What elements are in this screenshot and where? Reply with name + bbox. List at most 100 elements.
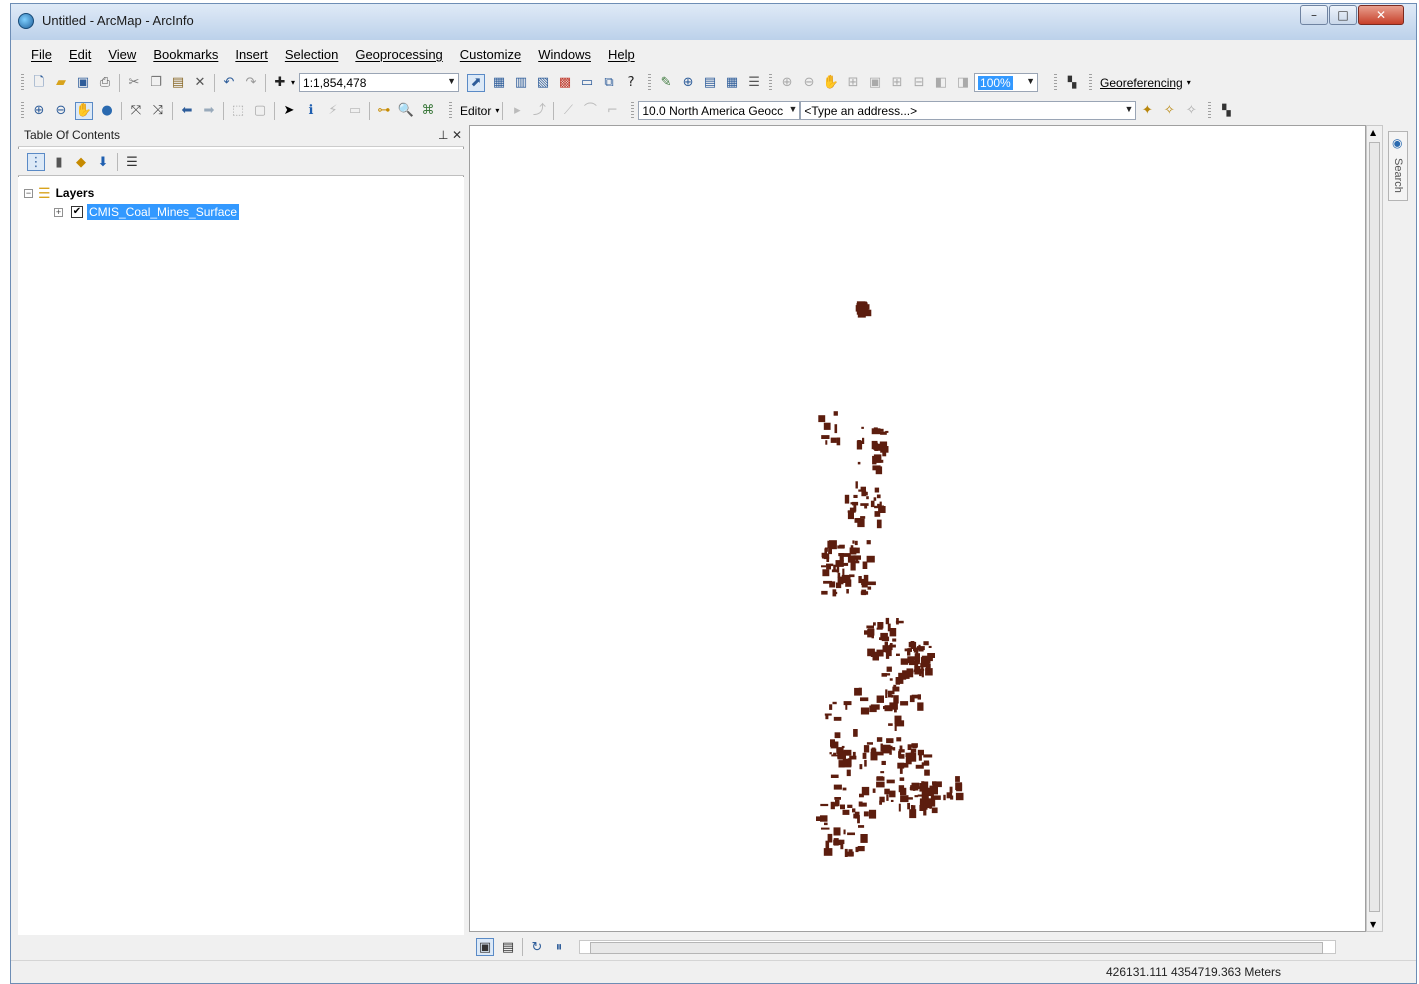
layout-icon[interactable]: ▤ (702, 75, 718, 91)
copy-icon[interactable]: ❐ (148, 75, 164, 91)
list-by-selection-icon[interactable]: ⬇ (95, 154, 111, 170)
search-side-tab[interactable]: ◉ Search (1388, 131, 1408, 201)
horizontal-scrollbar[interactable] (579, 940, 1336, 954)
trace-icon[interactable]: ⌐ (604, 103, 620, 119)
scale-combo[interactable]: 1:1,854,478 ▼ (299, 73, 460, 92)
toolbar-grip[interactable] (1208, 101, 1212, 120)
georeferencing-menu[interactable]: Georeferencing (1100, 76, 1183, 90)
data-view-icon[interactable]: ▣ (476, 938, 494, 956)
refresh-icon[interactable]: ↻ (529, 939, 545, 955)
scroll-up-icon[interactable]: ▲ (1370, 128, 1376, 137)
toolbar-grip[interactable] (449, 101, 452, 120)
editor-menu[interactable]: Editor (460, 104, 491, 118)
layout-full-icon[interactable]: ⊞ (845, 75, 861, 91)
modelbuilder-icon[interactable]: ⧉ (601, 75, 617, 91)
options-icon[interactable]: ☰ (124, 154, 140, 170)
zoom-to-address-icon[interactable]: ✧ (1183, 103, 1199, 119)
pan-icon[interactable]: ✋ (75, 101, 93, 120)
undo-icon[interactable]: ↶ (221, 75, 237, 91)
redo-icon[interactable]: ↷ (243, 75, 259, 91)
map-display[interactable] (469, 125, 1366, 932)
layer-row[interactable]: + ✔ CMIS_Coal_Mines_Surface (54, 204, 240, 220)
toolbar-grip[interactable] (1054, 73, 1058, 92)
close-icon[interactable]: ✕ (452, 128, 462, 142)
list-by-source-icon[interactable]: ▮ (51, 154, 67, 170)
straight-segment-icon[interactable]: ⟋ (560, 103, 576, 119)
menu-insert[interactable]: Insert (235, 47, 268, 62)
layer-name[interactable]: CMIS_Coal_Mines_Surface (87, 204, 240, 220)
layout-forward-icon[interactable]: ◨ (955, 75, 971, 91)
zoom-to-layer-icon[interactable]: ⊕ (680, 75, 696, 91)
layout-back-icon[interactable]: ◧ (933, 75, 949, 91)
toolbar-grip[interactable] (769, 73, 773, 92)
layout-zoom-combo[interactable]: 100% ▼ (974, 73, 1039, 92)
vertical-scrollbar[interactable]: ▲ ▼ (1366, 125, 1383, 932)
whats-this-icon[interactable]: ? (623, 75, 639, 91)
html-popup-icon[interactable]: ▭ (347, 103, 363, 119)
search-window-icon[interactable]: ▧ (535, 75, 551, 91)
menu-selection[interactable]: Selection (285, 47, 338, 62)
toolbar-grip[interactable] (1089, 73, 1093, 92)
full-extent-icon[interactable]: ● (99, 103, 115, 119)
hyperlink-icon[interactable]: ⚡ (325, 103, 341, 119)
table-icon[interactable]: ▦ (491, 75, 507, 91)
arctoolbox-icon[interactable]: ▩ (557, 75, 573, 91)
open-icon[interactable]: ▰ (53, 75, 69, 91)
toolbar-grip[interactable] (21, 73, 24, 92)
raster-icon[interactable]: ▦ (724, 75, 740, 91)
layout-zoom-out-icon[interactable]: ⊖ (801, 75, 817, 91)
expand-icon[interactable]: + (54, 207, 63, 217)
layout-view-icon[interactable]: ▤ (500, 939, 516, 955)
georef-tool-icon[interactable]: ✎ (658, 75, 674, 91)
list-by-visibility-icon[interactable]: ◆ (73, 154, 89, 170)
pause-drawing-icon[interactable]: ⏸ (551, 939, 567, 955)
zoom-in-icon[interactable]: ⊕ (31, 103, 47, 119)
layout-zoom-in-icon[interactable]: ⊕ (779, 75, 795, 91)
geocoder-combo[interactable]: 10.0 North America Geocc ▼ (638, 101, 801, 120)
catalog-icon[interactable]: ▥ (513, 75, 529, 91)
collapse-icon[interactable]: − (24, 188, 33, 198)
toolbar-grip[interactable] (21, 101, 24, 120)
identify-icon[interactable]: ℹ (303, 103, 319, 119)
cmis-icon[interactable]: ▚ (1064, 75, 1080, 91)
delete-icon[interactable]: ✕ (192, 75, 208, 91)
layers-root[interactable]: − ☰ Layers (24, 186, 94, 200)
cmis-icon[interactable]: ▚ (1218, 103, 1234, 119)
menu-customize[interactable]: Customize (460, 47, 521, 62)
list-by-drawing-order-icon[interactable]: ⋮ (27, 153, 45, 171)
address-input[interactable]: <Type an address...> ▼ (800, 101, 1137, 120)
list-icon[interactable]: ☰ (746, 75, 762, 91)
pin-icon[interactable]: ⊥ (438, 128, 448, 142)
layout-fixed-in-icon[interactable]: ⊞ (889, 75, 905, 91)
minimize-button[interactable]: – (1300, 5, 1328, 25)
find-icon[interactable]: 🔍 (398, 103, 414, 119)
menu-file[interactable]: File (31, 47, 52, 62)
fixed-zoom-in-icon[interactable]: ⤧ (128, 103, 144, 119)
hscroll-thumb[interactable] (590, 942, 1323, 954)
new-icon[interactable]: 🗋 (31, 75, 47, 91)
menu-windows[interactable]: Windows (538, 47, 591, 62)
menu-edit[interactable]: Edit (69, 47, 91, 62)
layout-pan-icon[interactable]: ✋ (823, 75, 839, 91)
locate-address-icon[interactable]: ✦ (1139, 103, 1155, 119)
back-icon[interactable]: ⬅ (179, 103, 195, 119)
layer-visibility-checkbox[interactable]: ✔ (71, 206, 83, 218)
cut-icon[interactable]: ✂ (126, 75, 142, 91)
editor-toolbar-icon[interactable]: ⬈ (467, 73, 486, 92)
select-icon[interactable]: ➤ (281, 103, 297, 119)
layout-page-icon[interactable]: ▣ (867, 75, 883, 91)
menu-help[interactable]: Help (608, 47, 635, 62)
layout-fixed-out-icon[interactable]: ⊟ (911, 75, 927, 91)
measure-icon[interactable]: ⊶ (376, 103, 392, 119)
find-route-icon[interactable]: ⌘ (420, 103, 436, 119)
python-window-icon[interactable]: ▭ (579, 75, 595, 91)
edit-tool-icon[interactable]: ▸ (509, 103, 525, 119)
edit-annotation-icon[interactable]: ⤴ (531, 103, 547, 119)
add-data-icon[interactable]: ✚ (272, 75, 288, 91)
add-data-dropdown-icon[interactable]: ▾ (291, 78, 295, 87)
paste-icon[interactable]: ▤ (170, 75, 186, 91)
menu-view[interactable]: View (108, 47, 136, 62)
zoom-out-icon[interactable]: ⊖ (53, 103, 69, 119)
scroll-thumb[interactable] (1369, 142, 1380, 912)
maximize-button[interactable]: □ (1329, 5, 1357, 25)
